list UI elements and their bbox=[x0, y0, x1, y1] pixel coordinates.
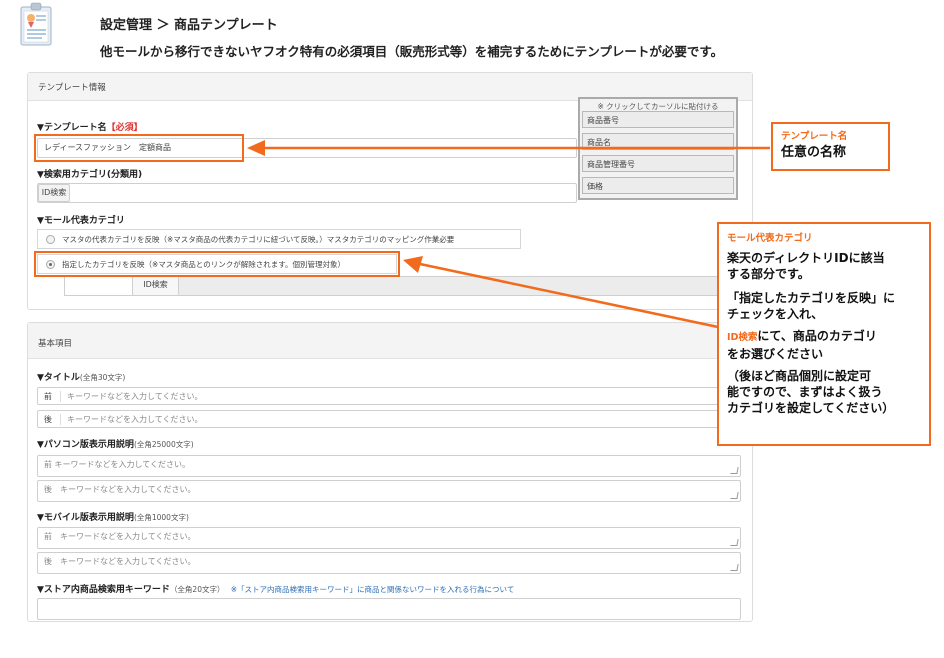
callout-line: チェックを入れ、 bbox=[727, 307, 824, 321]
callout-line: する部分です。 bbox=[727, 267, 810, 281]
callout-line: （後ほど商品個別に設定可 bbox=[727, 369, 872, 383]
callout-title: テンプレート名 bbox=[781, 131, 848, 142]
callout-line: 能ですので、まずはよく扱う bbox=[727, 385, 883, 399]
mall-category-callout: モール代表カテゴリ 楽天のディレクトリIDに該当 する部分です。 「指定したカテ… bbox=[717, 222, 931, 446]
callout-text: 任意の名称 bbox=[781, 145, 847, 160]
template-name-callout: テンプレート名 任意の名称 bbox=[771, 122, 890, 171]
callout-line: をお選びください bbox=[727, 347, 824, 361]
callout-line: 楽天のディレクトリIDに該当 bbox=[727, 251, 885, 265]
callout-line: カテゴリを設定してください） bbox=[727, 401, 895, 415]
callout-line: ID検索にて、商品のカテゴリ bbox=[727, 329, 877, 343]
callout-title: モール代表カテゴリ bbox=[727, 233, 813, 244]
id-search-emphasis: ID検索 bbox=[727, 332, 758, 343]
callout-line: 「指定したカテゴリを反映」に bbox=[727, 291, 896, 305]
